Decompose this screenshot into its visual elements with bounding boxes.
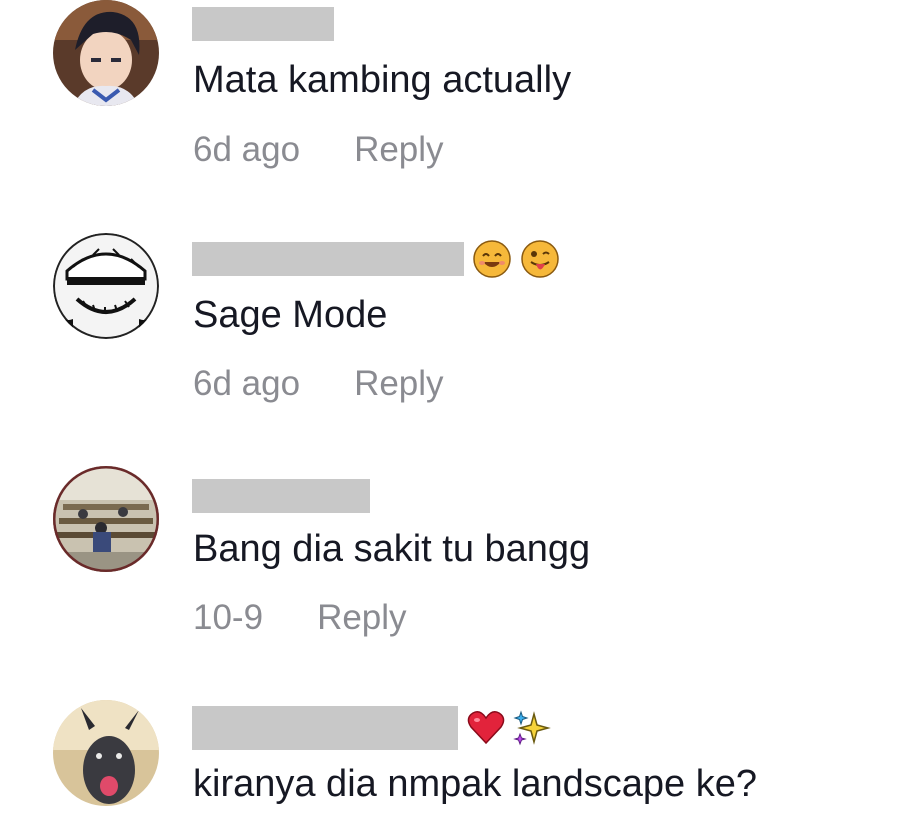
comment-time: 10-9 xyxy=(193,598,264,637)
user-avatar[interactable] xyxy=(53,700,159,806)
username-row xyxy=(192,478,370,514)
manga-face-avatar xyxy=(53,233,159,339)
username-row xyxy=(192,6,334,42)
goat-photo-avatar xyxy=(53,700,159,806)
reply-button[interactable]: Reply xyxy=(317,598,406,638)
comment-text: Sage Mode xyxy=(193,294,388,336)
red-heart-icon xyxy=(466,708,506,748)
user-avatar[interactable] xyxy=(53,233,159,339)
reply-button[interactable]: Reply xyxy=(354,130,443,170)
comment-meta: 10-9 Reply xyxy=(193,598,407,638)
username-redacted[interactable] xyxy=(192,242,464,276)
winking-tongue-face-icon xyxy=(520,239,560,279)
comment-text: Mata kambing actually xyxy=(193,59,572,101)
smiling-face-icon xyxy=(472,239,512,279)
username-row xyxy=(192,706,552,750)
username-row xyxy=(192,239,560,279)
comment-meta: 6d ago Reply xyxy=(193,130,444,170)
comment-text: Bang dia sakit tu bangg xyxy=(193,528,591,570)
username-redacted[interactable] xyxy=(192,479,370,513)
user-avatar[interactable] xyxy=(53,0,159,106)
sparkles-icon xyxy=(512,708,552,748)
reply-button[interactable]: Reply xyxy=(354,364,443,404)
username-redacted[interactable] xyxy=(192,7,334,41)
username-redacted[interactable] xyxy=(192,706,458,750)
comment-text: kiranya dia nmpak landscape ke? xyxy=(193,763,758,805)
comment-time: 6d ago xyxy=(193,130,301,169)
comment-time: 6d ago xyxy=(193,364,301,403)
classroom-photo-avatar xyxy=(53,466,159,572)
user-avatar[interactable] xyxy=(53,466,159,572)
comment-meta: 6d ago Reply xyxy=(193,364,444,404)
anime-boy-avatar xyxy=(53,0,159,106)
